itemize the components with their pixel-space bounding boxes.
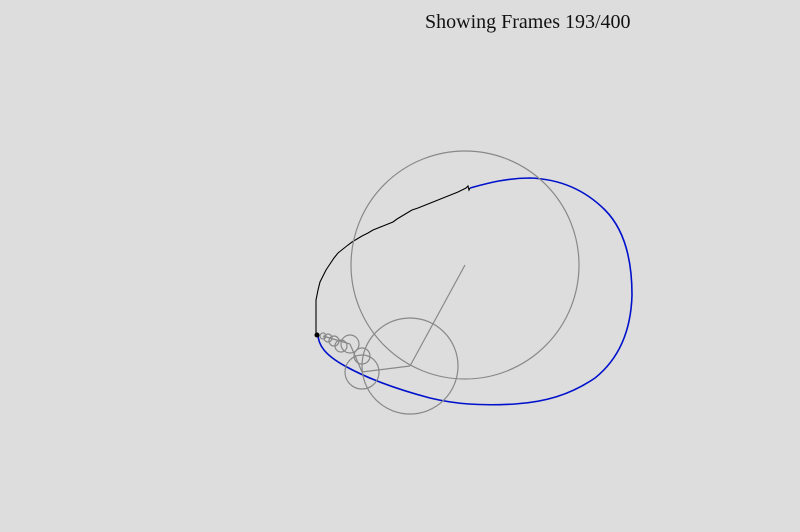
target-outline-path xyxy=(317,177,633,406)
traced-path xyxy=(315,184,471,334)
epicycle-radii xyxy=(322,264,466,373)
epicycle-circles xyxy=(319,150,580,415)
frame-status-text: Showing Frames 193/400 xyxy=(425,11,631,33)
epicycle-radius-1 xyxy=(409,264,466,367)
epicycle-radius-2 xyxy=(361,365,411,373)
fourier-epicycle-canvas xyxy=(314,150,633,415)
pen-tip-dot xyxy=(314,332,320,338)
